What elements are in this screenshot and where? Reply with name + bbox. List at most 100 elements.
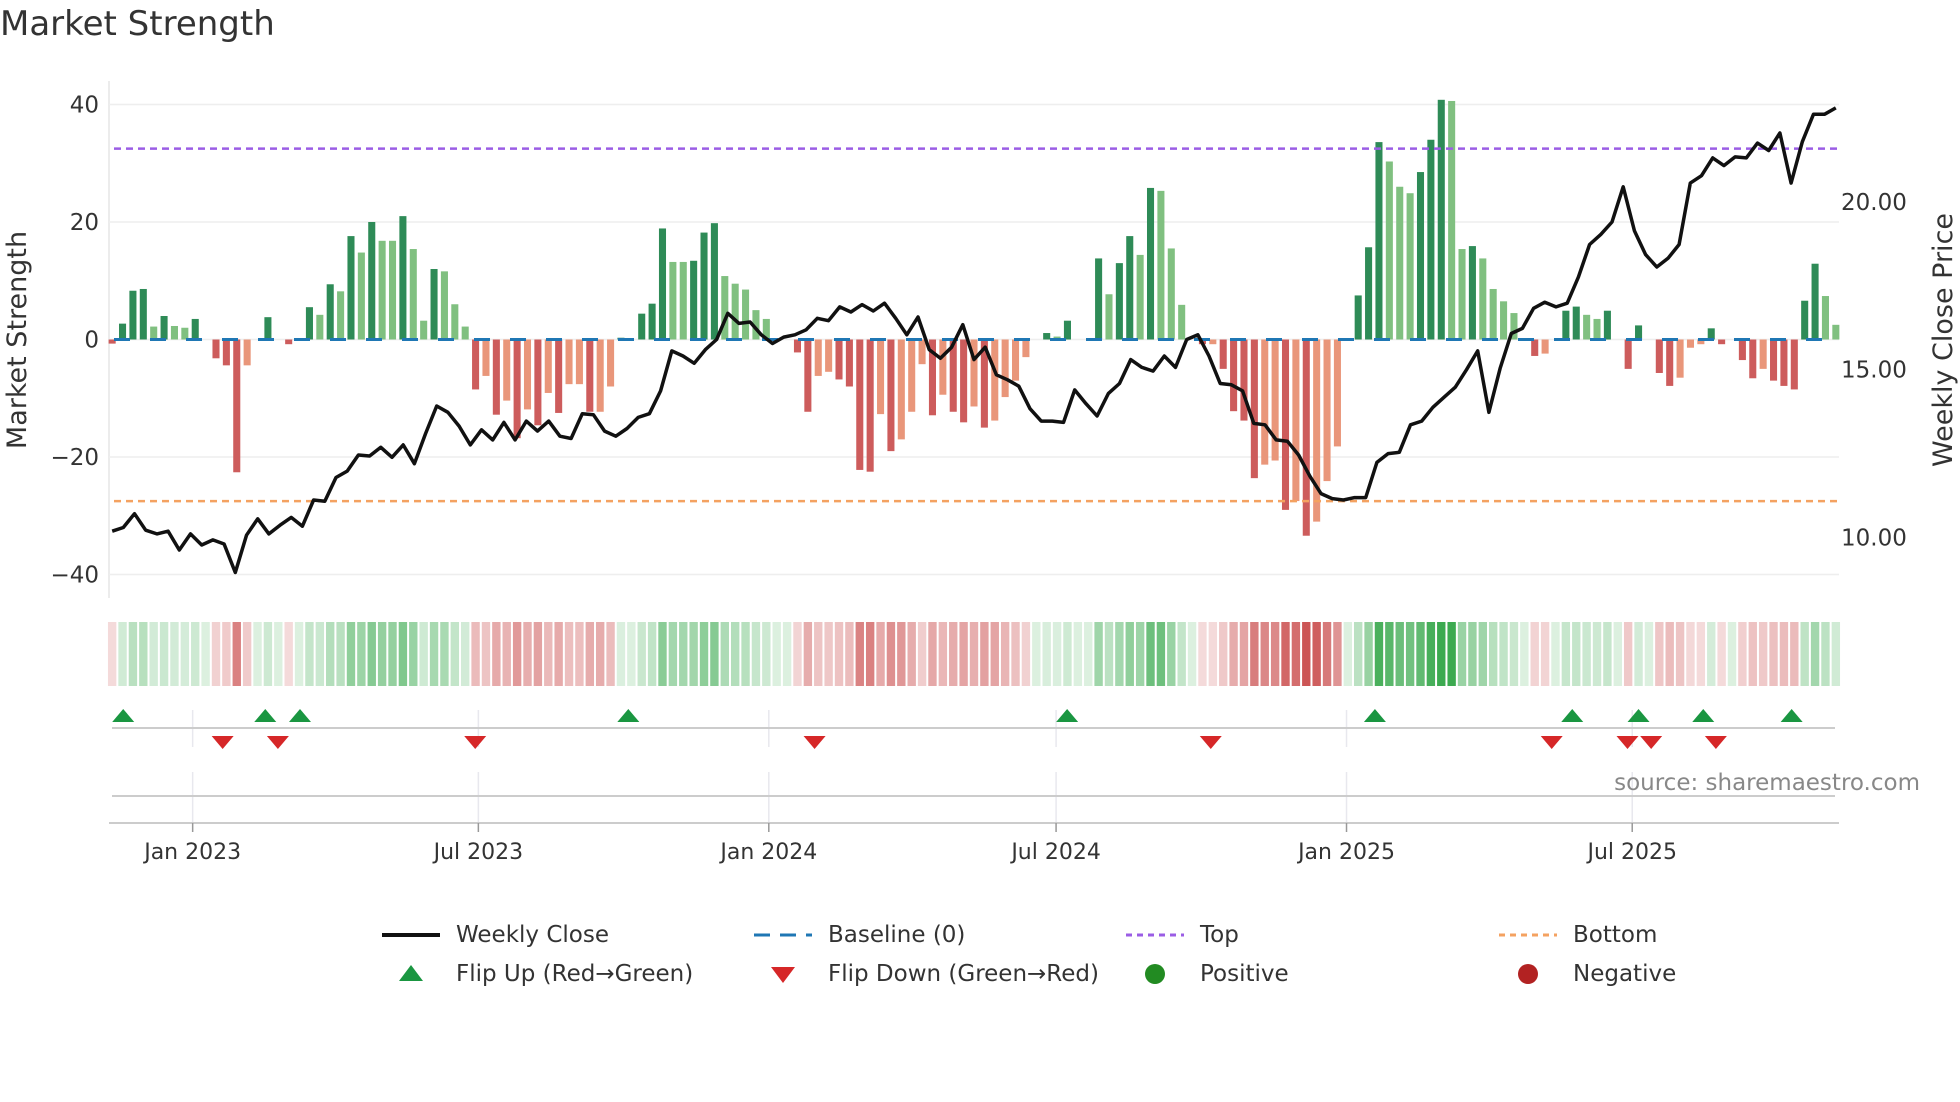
strength-bar <box>960 339 968 423</box>
heat-cell <box>1727 622 1737 686</box>
strength-bar <box>1790 339 1798 390</box>
heat-cell <box>263 622 273 686</box>
heat-cell <box>128 622 138 686</box>
dotted-line-swatch-icon <box>1126 933 1184 937</box>
strength-bar <box>1676 339 1684 378</box>
strength-bar <box>1635 325 1643 340</box>
heat-cell <box>668 622 678 686</box>
strength-bar <box>1416 172 1425 340</box>
heat-cell <box>1395 622 1404 686</box>
heat-cell <box>512 622 522 686</box>
strength-bar <box>420 320 428 340</box>
legend-negative: Negative <box>1497 961 1676 987</box>
strength-bar <box>908 339 916 412</box>
heat-cell <box>1333 622 1342 686</box>
line-swatch-icon <box>382 933 440 937</box>
heat-cell <box>1364 622 1373 686</box>
heat-cell <box>1021 622 1031 686</box>
strength-bar <box>285 339 293 345</box>
strength-bar <box>1707 328 1715 340</box>
flip-down-marker <box>266 736 289 749</box>
strength-bar <box>326 284 334 340</box>
strength-bar <box>503 339 511 401</box>
heat-cell <box>461 622 470 686</box>
heat-cell <box>1198 622 1207 686</box>
heat-cell <box>1592 622 1602 686</box>
strength-bar <box>472 339 480 390</box>
strength-bar <box>679 261 687 340</box>
flip-up-marker <box>112 709 135 722</box>
heat-cell <box>1488 622 1498 686</box>
heat-cell <box>1790 622 1799 686</box>
dotted-line-swatch-icon <box>1499 933 1557 937</box>
strength-bar <box>461 326 469 340</box>
strength-bar <box>1302 339 1310 536</box>
strength-bar <box>565 339 573 385</box>
heat-cell <box>928 622 937 686</box>
heat-cell <box>274 622 283 686</box>
heat-cell <box>377 622 387 686</box>
heat-cell <box>1572 622 1581 686</box>
flip-up-marker <box>617 709 640 722</box>
strength-bar <box>492 339 500 415</box>
legend-weekly-close: Weekly Close <box>380 922 609 948</box>
strength-bar <box>1541 339 1549 354</box>
heat-cell <box>1758 622 1768 686</box>
strength-bar <box>1250 339 1258 479</box>
heat-cell <box>1312 622 1321 686</box>
strength-bar <box>1095 258 1103 340</box>
heat-cell <box>336 622 345 686</box>
heat-cell <box>1603 622 1612 686</box>
heat-cell <box>1156 622 1166 686</box>
flip-up-marker <box>1363 709 1386 722</box>
heat-cell <box>1219 622 1228 686</box>
strength-bar <box>129 290 137 340</box>
strength-bar <box>1063 320 1071 340</box>
strength-bar <box>316 314 324 340</box>
heat-cell <box>1291 622 1301 686</box>
strength-bar <box>866 339 874 472</box>
strength-bar <box>897 339 905 440</box>
legend-label: Positive <box>1200 961 1289 987</box>
heat-cell <box>1187 622 1197 686</box>
heat-cell <box>1146 622 1155 686</box>
heat-cell <box>367 622 376 686</box>
heat-cell <box>782 622 792 686</box>
heat-cell <box>388 622 397 686</box>
heat-cell <box>159 622 169 686</box>
heat-cell <box>1520 622 1529 686</box>
heat-cell <box>1810 622 1820 686</box>
heat-cell <box>315 622 325 686</box>
strength-bar <box>825 339 833 372</box>
heat-cell <box>1322 622 1332 686</box>
heat-cell <box>949 622 958 686</box>
heat-cell <box>1032 622 1041 686</box>
strength-bar <box>1261 339 1269 465</box>
heat-cell <box>180 622 190 686</box>
flip-up-marker <box>288 709 311 722</box>
heat-cell <box>1073 622 1083 686</box>
heat-cell <box>1052 622 1062 686</box>
heat-cell <box>564 622 574 686</box>
heat-cell <box>1769 622 1778 686</box>
heat-cell <box>419 622 428 686</box>
strength-bar <box>669 261 677 340</box>
heat-cell <box>1655 622 1664 686</box>
strength-bar <box>1770 339 1778 381</box>
strength-bar <box>1271 339 1279 461</box>
strength-bar <box>1531 339 1539 356</box>
heat-cell <box>1468 622 1477 686</box>
heat-cell <box>1042 622 1051 686</box>
y-tick-label: 40 <box>70 93 99 119</box>
y2-tick-label: 20.00 <box>1841 190 1907 216</box>
strength-bar <box>1323 339 1331 482</box>
x-tick-label: Jan 2024 <box>718 840 817 865</box>
y2-tick-label: 15.00 <box>1841 358 1907 384</box>
heat-cell <box>855 622 864 686</box>
strength-bar <box>337 291 345 340</box>
strength-bar <box>742 289 750 340</box>
strength-bar <box>690 260 698 340</box>
strength-bar <box>1126 236 1134 340</box>
heat-cell <box>637 622 646 686</box>
strength-bar <box>119 323 127 340</box>
